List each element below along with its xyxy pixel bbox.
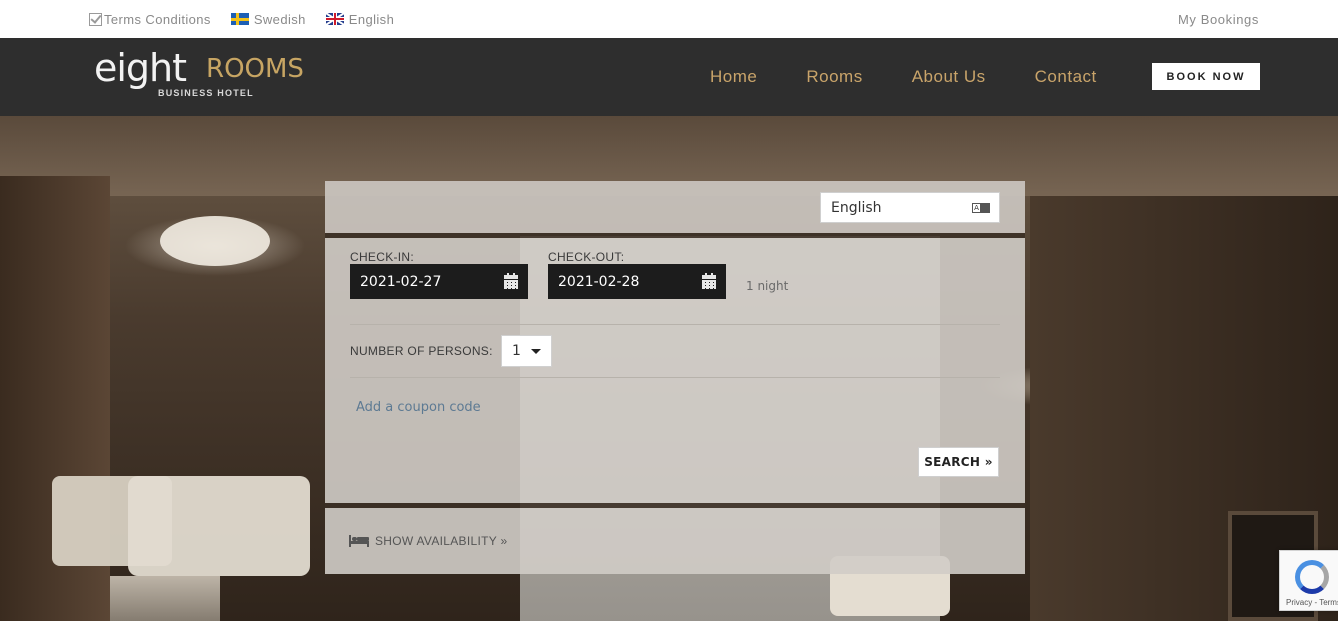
persons-value: 1 xyxy=(512,343,521,359)
nav-about-us[interactable]: About Us xyxy=(912,67,986,87)
logo-rooms-text: ROOMS xyxy=(206,54,304,84)
calendar-icon[interactable] xyxy=(702,273,716,289)
recaptcha-text[interactable]: Privacy - Terms xyxy=(1286,598,1338,607)
terms-conditions-link[interactable]: Terms Conditions xyxy=(89,12,211,27)
checkout-label: CHECK-OUT: xyxy=(548,250,625,264)
persons-label: NUMBER OF PERSONS: xyxy=(350,344,493,358)
checkout-date-input[interactable]: 2021-02-28 xyxy=(548,264,726,299)
search-button[interactable]: SEARCH » xyxy=(918,447,999,477)
recaptcha-icon xyxy=(1295,560,1329,594)
nav-home[interactable]: Home xyxy=(710,67,757,87)
uk-flag-icon xyxy=(325,13,344,25)
site-header: eight ROOMS BUSINESS HOTEL Home Rooms Ab… xyxy=(0,38,1338,116)
recaptcha-badge[interactable]: Privacy - Terms xyxy=(1279,550,1338,611)
topbar-left: Terms Conditions Swedish English xyxy=(89,0,414,38)
terms-conditions-label: Terms Conditions xyxy=(104,11,211,27)
logo-eight-text: eight xyxy=(94,46,187,90)
my-bookings-link[interactable]: My Bookings xyxy=(1178,0,1259,38)
swedish-flag-icon xyxy=(230,13,249,25)
nav-contact[interactable]: Contact xyxy=(1035,67,1097,87)
nights-count: 1 night xyxy=(746,279,789,293)
language-select[interactable]: English A xyxy=(820,192,1000,223)
checkin-date-input[interactable]: 2021-02-27 xyxy=(350,264,528,299)
book-now-button[interactable]: BOOK NOW xyxy=(1152,63,1260,90)
checkout-date-value: 2021-02-28 xyxy=(558,273,640,290)
checkin-date-value: 2021-02-27 xyxy=(360,273,442,290)
bed-icon xyxy=(349,535,369,547)
language-english-link[interactable]: English xyxy=(325,11,395,27)
checkbox-icon xyxy=(89,12,102,26)
show-availability-label: SHOW AVAILABILITY » xyxy=(375,534,508,548)
divider xyxy=(350,324,1000,325)
divider xyxy=(350,377,1000,378)
checkin-label: CHECK-IN: xyxy=(350,250,415,264)
translate-icon: A xyxy=(972,203,990,213)
top-utility-bar: Terms Conditions Swedish English My Book… xyxy=(0,0,1338,38)
language-swedish-link[interactable]: Swedish xyxy=(230,11,306,27)
add-coupon-link[interactable]: Add a coupon code xyxy=(356,400,481,415)
nav-rooms[interactable]: Rooms xyxy=(806,67,862,87)
main-nav: Home Rooms About Us Contact xyxy=(710,38,1146,116)
language-select-value: English xyxy=(831,199,882,216)
persons-select[interactable]: 1 xyxy=(501,335,552,367)
logo-subtitle: BUSINESS HOTEL xyxy=(158,88,254,98)
language-swedish-label: Swedish xyxy=(253,11,306,27)
chevron-down-icon xyxy=(531,349,541,354)
language-english-label: English xyxy=(348,11,395,27)
calendar-icon[interactable] xyxy=(504,273,518,289)
show-availability-link[interactable]: SHOW AVAILABILITY » xyxy=(349,533,507,549)
hotel-logo[interactable]: eight ROOMS BUSINESS HOTEL xyxy=(94,46,314,110)
